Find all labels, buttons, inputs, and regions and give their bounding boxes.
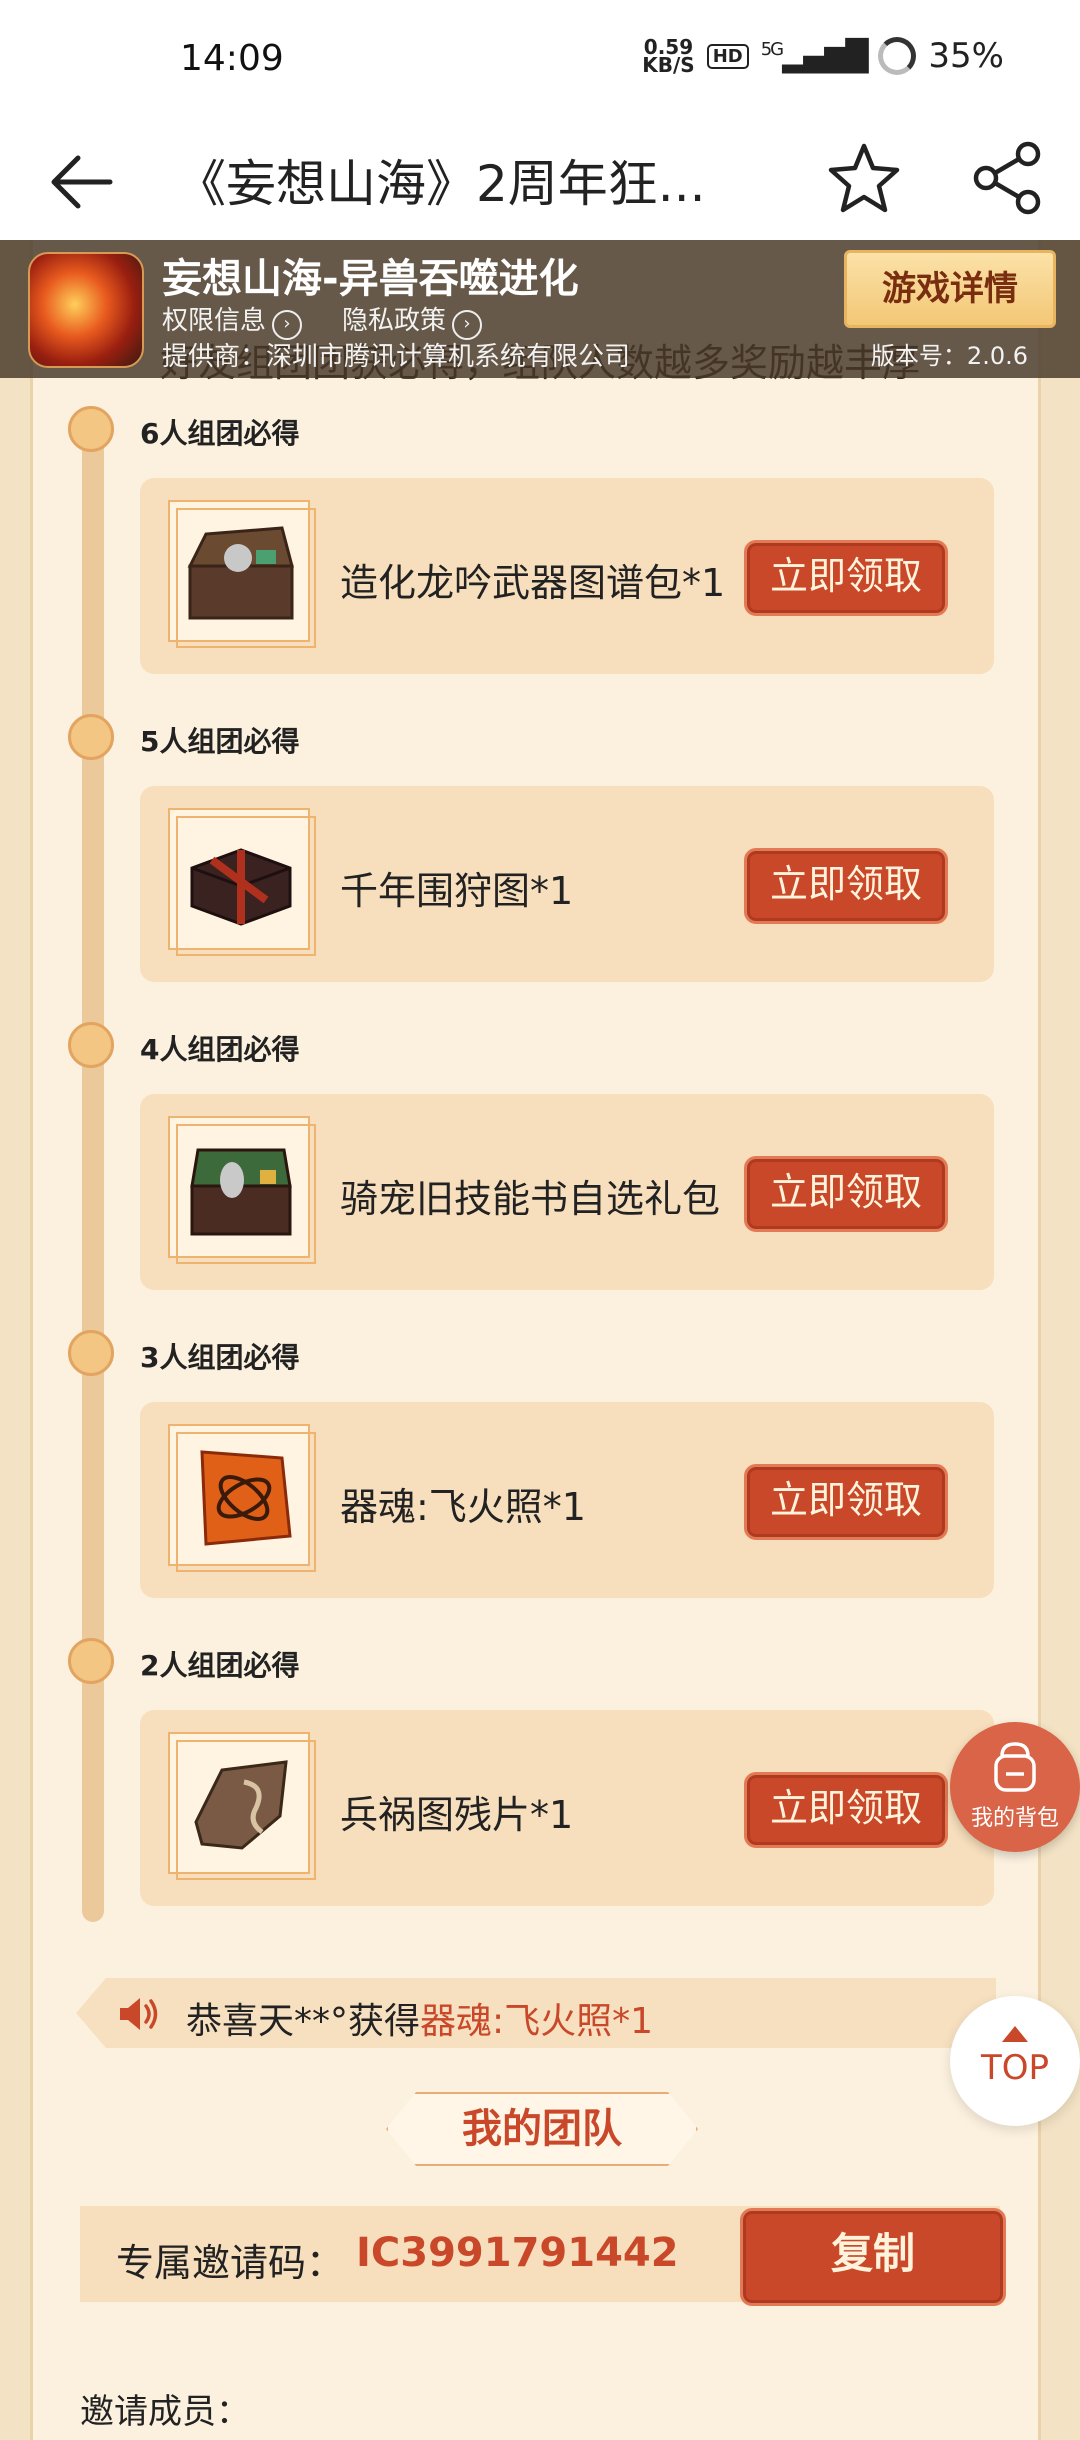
reward-thumbnail xyxy=(168,500,316,648)
invite-code-label: 专属邀请码： xyxy=(116,2241,345,2285)
app-header: 《妄想山海》2周年狂... xyxy=(0,120,1080,240)
back-to-top-button[interactable]: TOP xyxy=(950,1996,1080,2126)
reward-card: 千年围狩图*1 立即领取 xyxy=(140,786,994,982)
permissions-link[interactable]: 权限信息 › xyxy=(162,300,303,340)
share-icon[interactable] xyxy=(968,138,1048,218)
reward-thumbnail xyxy=(168,1424,316,1572)
speaker-icon xyxy=(120,1998,158,2030)
network-type: 5G xyxy=(760,38,784,60)
tier-label: 6人组团必得 xyxy=(140,417,300,450)
status-bar: 14:09 0.59 KB/S HD 5G▂▄▆█ 35% xyxy=(0,0,1080,120)
my-team-title: 我的团队 xyxy=(386,2092,698,2166)
my-bag-button[interactable]: 我的背包 xyxy=(950,1722,1080,1852)
notice-item: 器魂:飞火照*1 xyxy=(420,2001,654,2042)
notice-prefix: 恭喜天**°获得 xyxy=(186,2001,421,2042)
timeline-node xyxy=(68,1330,114,1376)
tier-label: 4人组团必得 xyxy=(140,1033,300,1066)
timeline-node xyxy=(68,406,114,452)
backpack-icon xyxy=(994,1742,1036,1792)
reward-thumbnail xyxy=(168,1116,316,1264)
top-label: TOP xyxy=(980,2048,1050,2088)
game-detail-button[interactable]: 游戏详情 xyxy=(844,250,1056,328)
reward-thumbnail xyxy=(168,808,316,956)
reward-card: 骑宠旧技能书自选礼包*1 立即领取 xyxy=(140,1094,994,1290)
timeline-bar xyxy=(82,426,104,1922)
page-title: 《妄想山海》2周年狂... xyxy=(176,155,706,213)
reward-item-name: 骑宠旧技能书自选礼包*1 xyxy=(340,1177,720,1221)
notice-text: 恭喜天**°获得器魂:飞火照*1 xyxy=(186,1992,653,2044)
tier-label: 5人组团必得 xyxy=(140,725,300,758)
arrow-up-icon xyxy=(1002,2026,1028,2042)
copy-button[interactable]: 复制 xyxy=(740,2208,1006,2306)
reward-card: 兵祸图残片*1 立即领取 xyxy=(140,1710,994,1906)
battery-ring-icon xyxy=(878,37,917,75)
invite-code: IC3991791442 xyxy=(356,2230,679,2276)
back-arrow-icon[interactable] xyxy=(44,142,124,222)
game-info-banner: 妄想山海-异兽吞噬进化 权限信息 › 隐私政策 › 提供商：深圳市腾讯计算机系统有限… xyxy=(0,240,1080,378)
claim-button[interactable]: 立即领取 xyxy=(744,1156,948,1232)
tier-label: 3人组团必得 xyxy=(140,1341,300,1374)
banner-links: 权限信息 › 隐私政策 › xyxy=(162,300,483,340)
net-speed-unit: KB/S xyxy=(642,53,695,77)
reward-thumbnail xyxy=(168,1732,316,1880)
claim-button[interactable]: 立即领取 xyxy=(744,540,948,616)
status-time: 14:09 xyxy=(180,38,284,79)
permissions-label: 权限信息 xyxy=(162,306,267,336)
treasure-chest-icon xyxy=(187,526,294,620)
timeline-node xyxy=(68,1638,114,1684)
reward-card: 造化龙吟武器图谱包*1 立即领取 xyxy=(140,478,994,674)
signal-icon: 5G▂▄▆█ xyxy=(760,38,869,74)
version-text: 版本号：2.0.6 xyxy=(870,342,1028,370)
star-favorite-icon[interactable] xyxy=(824,138,904,218)
game-app-icon xyxy=(28,252,144,368)
gift-box-icon xyxy=(190,848,292,926)
claim-button[interactable]: 立即领取 xyxy=(744,848,948,924)
invited-members-label: 邀请成员： xyxy=(80,2392,250,2432)
reward-card: 器魂:飞火照*1 立即领取 xyxy=(140,1402,994,1598)
map-fragment-icon xyxy=(194,1760,288,1850)
timeline-node xyxy=(68,1022,114,1068)
my-bag-label: 我的背包 xyxy=(970,1806,1059,1831)
tier-label: 2人组团必得 xyxy=(140,1649,300,1682)
claim-button[interactable]: 立即领取 xyxy=(744,1464,948,1540)
claim-button[interactable]: 立即领取 xyxy=(744,1772,948,1848)
winner-notice-bar: 恭喜天**°获得器魂:飞火照*1 xyxy=(76,1978,996,2048)
privacy-link[interactable]: 隐私政策 › xyxy=(342,300,483,340)
game-name: 妄想山海-异兽吞噬进化 xyxy=(162,256,579,302)
treasure-chest-icon xyxy=(190,1148,292,1236)
status-icons: 0.59 KB/S HD 5G▂▄▆█ 35% xyxy=(642,36,1004,76)
hd-icon: HD xyxy=(706,43,749,69)
battery-level: 35% xyxy=(928,36,1004,76)
fire-scroll-icon xyxy=(200,1450,292,1546)
provider-text: 提供商：深圳市腾讯计算机系统有限公司 xyxy=(162,342,631,372)
net-speed: 0.59 KB/S xyxy=(642,37,695,77)
privacy-label: 隐私政策 xyxy=(342,306,447,336)
timeline-node xyxy=(68,714,114,760)
